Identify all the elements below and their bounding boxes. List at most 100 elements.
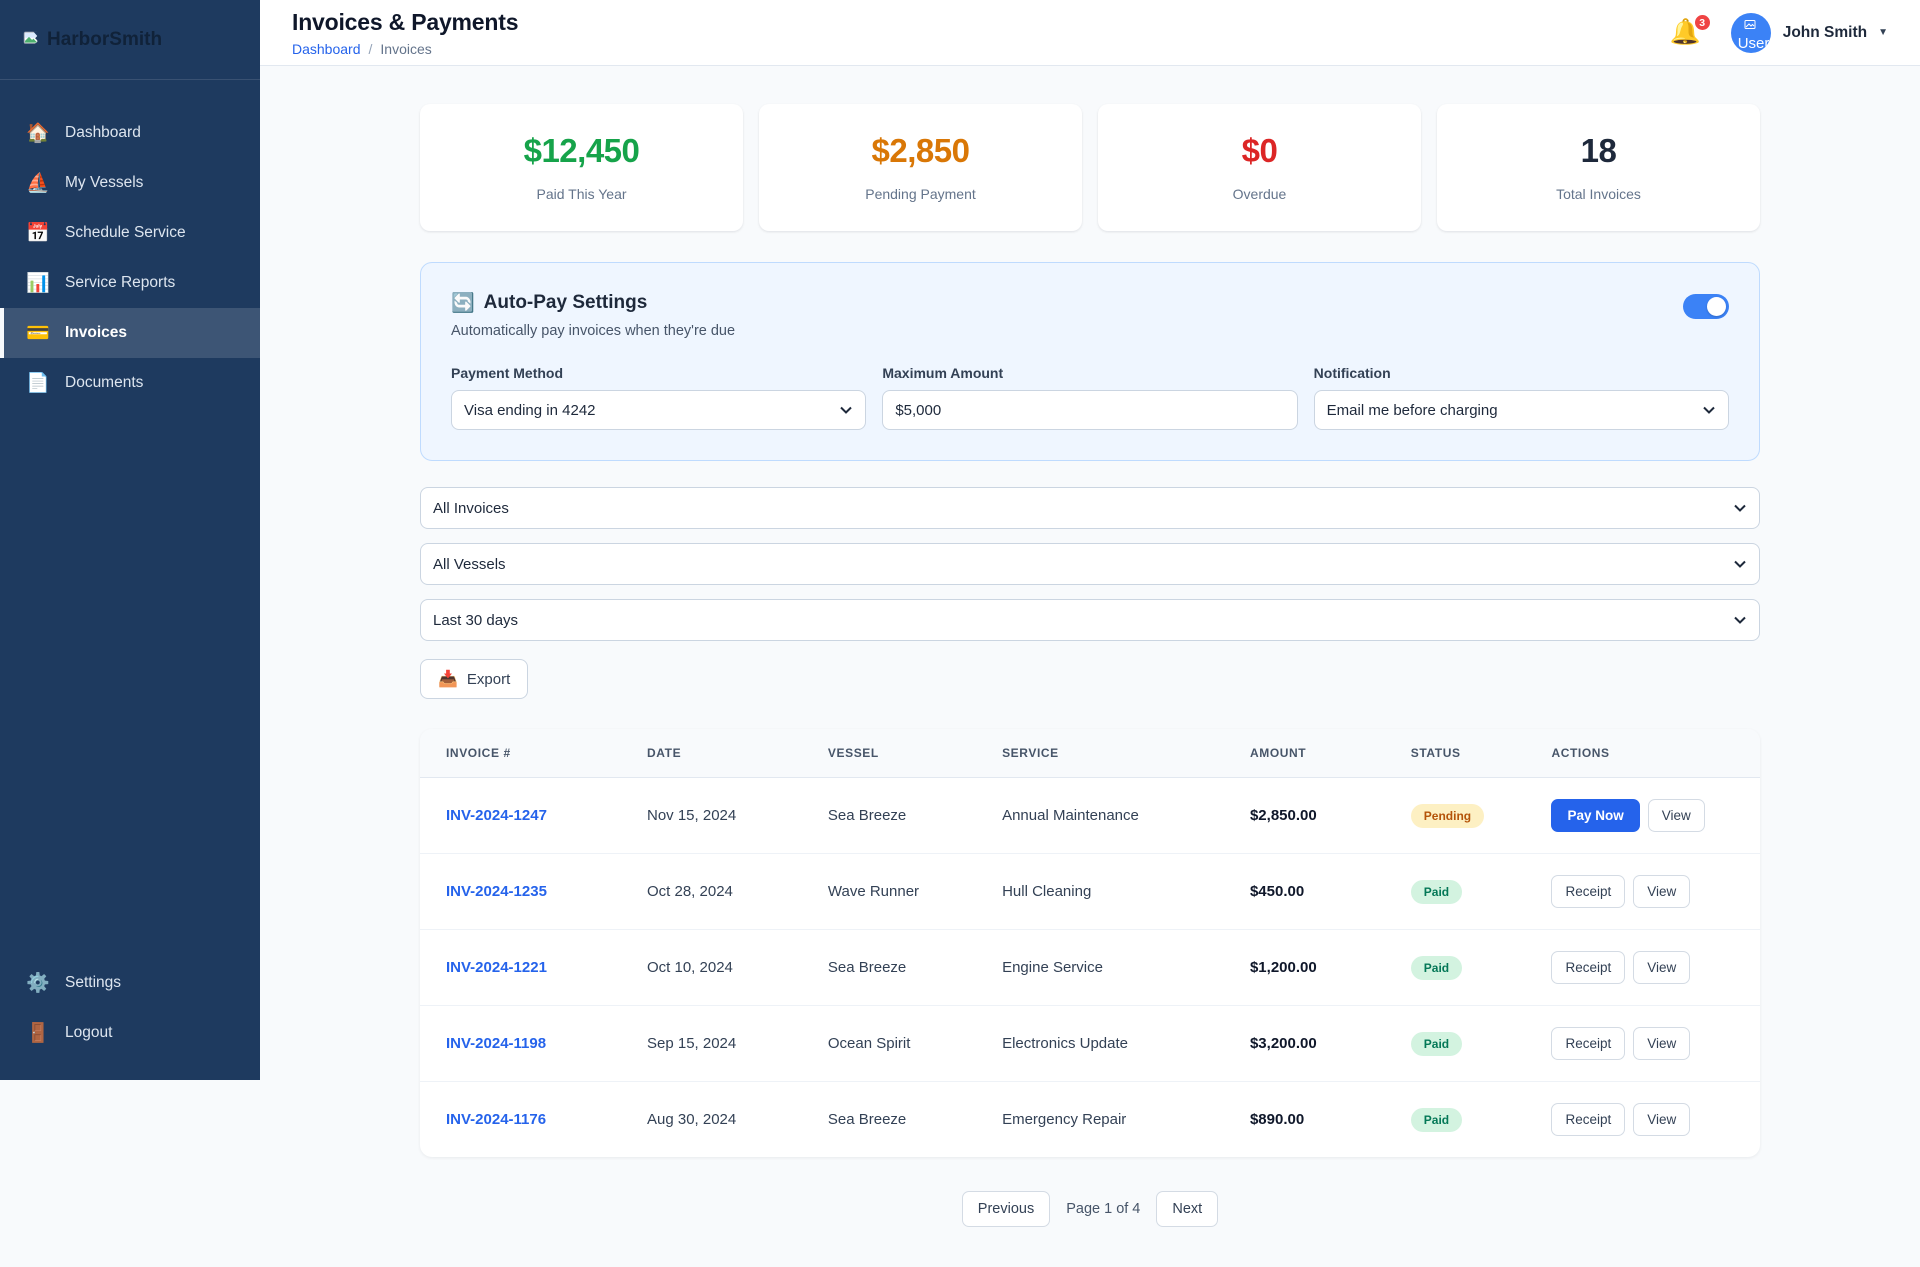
chevron-down-icon[interactable]: ▼ [1878, 27, 1888, 38]
invoice-vessel: Ocean Spirit [801, 1005, 977, 1082]
export-button-label: Export [466, 670, 511, 688]
broken-image-icon [1744, 19, 1756, 29]
status-badge: Paid [1410, 1031, 1463, 1056]
stat-label: Paid This Year [536, 186, 627, 202]
previous-page-button[interactable]: Previous [961, 1191, 1051, 1227]
notifications-button[interactable]: 🔔 3 [1670, 13, 1712, 45]
sidebar-item-invoices[interactable]: 💳 Invoices [0, 308, 260, 358]
autopay-fields: Payment Method Visa ending in 4242 Maxim… [451, 365, 1729, 430]
export-button[interactable]: 📥 Export [420, 659, 529, 699]
column-header-actions: ACTIONS [1525, 729, 1760, 778]
sidebar: HarborSmith 🏠 Dashboard ⛵ My Vessels 📅 S… [0, 0, 260, 1080]
sidebar-item-label: Dashboard [65, 124, 141, 141]
invoice-link[interactable]: INV-2024-1221 [446, 959, 547, 976]
sidebar-item-documents[interactable]: 📄 Documents [0, 358, 260, 408]
autopay-toggle[interactable] [1683, 294, 1729, 319]
sidebar-item-label: Schedule Service [65, 224, 186, 241]
sidebar-item-logout[interactable]: 🚪 Logout [0, 1008, 260, 1058]
notification-select[interactable]: Email me before charging [1313, 390, 1729, 430]
sidebar-item-settings[interactable]: ⚙️ Settings [0, 958, 260, 1008]
notification-count-badge: 3 [1692, 13, 1712, 32]
invoice-date: Oct 28, 2024 [621, 853, 802, 930]
breadcrumb-dashboard-link[interactable]: Dashboard [292, 41, 361, 57]
sidebar-item-dashboard[interactable]: 🏠 Dashboard [0, 108, 260, 158]
avatar-alt-text: User [1737, 34, 1770, 52]
column-header-date: DATE [621, 729, 802, 778]
table-row: INV-2024-1221 Oct 10, 2024 Sea Breeze En… [420, 929, 1760, 1006]
payment-method-select[interactable]: Visa ending in 4242 [451, 390, 867, 430]
credit-card-icon: 💳 [26, 323, 50, 344]
sidebar-item-service-reports[interactable]: 📊 Service Reports [0, 258, 260, 308]
maximum-amount-field-group: Maximum Amount [882, 365, 1298, 430]
invoice-amount: $3,200.00 [1223, 1005, 1385, 1082]
broken-image-icon [23, 31, 42, 45]
invoice-link[interactable]: INV-2024-1176 [446, 1111, 546, 1128]
date-range-filter-select[interactable]: Last 30 days [420, 599, 1760, 641]
invoice-link[interactable]: INV-2024-1235 [446, 883, 547, 900]
home-icon: 🏠 [26, 123, 50, 144]
invoice-date: Nov 15, 2024 [621, 777, 802, 854]
app-root: HarborSmith 🏠 Dashboard ⛵ My Vessels 📅 S… [0, 0, 1920, 1227]
next-page-button[interactable]: Next [1156, 1191, 1219, 1227]
stat-label: Overdue [1232, 186, 1287, 202]
sidebar-item-label: Invoices [65, 324, 128, 341]
stats-row: $12,450 Paid This Year $2,850 Pending Pa… [420, 104, 1760, 231]
autopay-title: 🔄 Auto-Pay Settings [451, 291, 735, 315]
breadcrumb-separator: / [368, 40, 373, 57]
sidebar-bottom: ⚙️ Settings 🚪 Logout [0, 958, 260, 1080]
invoice-amount: $1,200.00 [1223, 929, 1385, 1006]
invoice-service: Annual Maintenance [976, 777, 1224, 854]
view-button[interactable]: View [1633, 1027, 1691, 1060]
user-name[interactable]: John Smith [1783, 24, 1867, 42]
sidebar-item-label: Documents [65, 374, 144, 391]
invoice-service: Engine Service [976, 929, 1224, 1006]
column-header-vessel: VESSEL [801, 729, 977, 778]
receipt-button[interactable]: Receipt [1551, 951, 1626, 984]
payment-method-field-group: Payment Method Visa ending in 4242 [451, 365, 867, 430]
notification-field-group: Notification Email me before charging [1313, 365, 1729, 430]
view-button[interactable]: View [1633, 875, 1691, 908]
logo: HarborSmith [0, 0, 260, 80]
invoice-status-filter-select[interactable]: All Invoices [420, 487, 1760, 529]
view-button[interactable]: View [1633, 1103, 1691, 1136]
pay-now-button[interactable]: Pay Now [1551, 799, 1640, 832]
document-icon: 📄 [26, 373, 50, 394]
invoice-vessel: Wave Runner [801, 853, 977, 930]
view-button[interactable]: View [1633, 951, 1691, 984]
stat-card-total-invoices: 18 Total Invoices [1437, 104, 1760, 231]
maximum-amount-input[interactable] [882, 390, 1298, 430]
top-header: Invoices & Payments Dashboard / Invoices… [260, 0, 1920, 66]
table-row: INV-2024-1176 Aug 30, 2024 Sea Breeze Em… [420, 1082, 1760, 1158]
inbox-tray-icon: 📥 [438, 671, 458, 688]
invoice-amount: $890.00 [1249, 1111, 1305, 1128]
invoice-amount: $450.00 [1223, 853, 1385, 930]
invoice-link[interactable]: INV-2024-1247 [446, 807, 547, 824]
stat-card-overdue: $0 Overdue [1098, 104, 1421, 231]
invoice-vessel: Sea Breeze [801, 777, 977, 854]
status-badge: Paid [1410, 1107, 1463, 1132]
invoice-link[interactable]: INV-2024-1198 [446, 1035, 546, 1052]
column-header-amount: AMOUNT [1223, 729, 1385, 778]
stat-value: $2,850 [871, 132, 970, 169]
sidebar-item-my-vessels[interactable]: ⛵ My Vessels [0, 158, 260, 208]
receipt-button[interactable]: Receipt [1551, 1027, 1626, 1060]
table-row: INV-2024-1247 Nov 15, 2024 Sea Breeze An… [420, 777, 1760, 854]
stat-label: Pending Payment [865, 186, 976, 202]
logo-alt-text: HarborSmith [47, 28, 163, 50]
avatar[interactable]: User [1730, 12, 1771, 53]
breadcrumb-current: Invoices [380, 40, 432, 57]
receipt-button[interactable]: Receipt [1551, 1103, 1626, 1136]
invoice-date: Oct 10, 2024 [621, 929, 802, 1006]
main-area: Invoices & Payments Dashboard / Invoices… [260, 0, 1920, 1267]
notification-label: Notification [1313, 365, 1391, 381]
payment-method-label: Payment Method [451, 365, 564, 381]
column-header-service: SERVICE [976, 729, 1224, 778]
stat-value: 18 [1580, 132, 1617, 169]
autopay-head-text: 🔄 Auto-Pay Settings Automatically pay in… [451, 291, 735, 339]
sidebar-item-label: Service Reports [65, 274, 176, 291]
vessel-filter-select[interactable]: All Vessels [420, 543, 1760, 585]
sidebar-item-schedule-service[interactable]: 📅 Schedule Service [0, 208, 260, 258]
view-button[interactable]: View [1647, 799, 1705, 832]
receipt-button[interactable]: Receipt [1551, 875, 1626, 908]
breadcrumb: Dashboard / Invoices [292, 41, 518, 57]
